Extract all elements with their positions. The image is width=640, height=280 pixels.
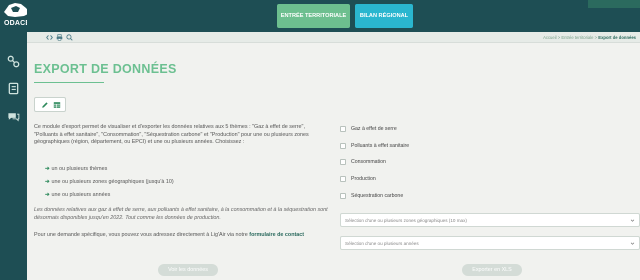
checkbox[interactable]	[340, 143, 346, 149]
theme-option-ghg[interactable]: Gaz à effet de serre	[340, 125, 397, 133]
theme-option-consumption[interactable]: Consommation	[340, 158, 386, 166]
regional-report-button[interactable]: BILAN RÉGIONAL	[355, 4, 413, 28]
toolbar: Accueil > Entrée territoriale > Export d…	[27, 32, 640, 43]
chat-icon[interactable]	[7, 110, 20, 123]
zones-select[interactable]: Sélection d'une ou plusieurs zones géogr…	[340, 213, 640, 227]
checkbox[interactable]	[340, 126, 346, 132]
settings-flow-icon[interactable]	[7, 55, 20, 68]
breadcrumb-territorial[interactable]: Entrée territoriale	[561, 35, 593, 40]
pencil-icon[interactable]	[41, 101, 49, 109]
chevron-down-icon	[630, 242, 635, 245]
arrow-right-icon: ➔	[45, 166, 50, 172]
arrow-right-icon: ➔	[45, 192, 50, 198]
checkbox[interactable]	[340, 159, 346, 165]
breadcrumb: Accueil > Entrée territoriale > Export d…	[543, 35, 636, 40]
checkbox[interactable]	[340, 176, 346, 182]
theme-option-sequestration[interactable]: Séquestration carbone	[340, 192, 403, 200]
breadcrumb-current: Export de données	[598, 34, 636, 40]
breadcrumb-separator: >	[557, 34, 561, 40]
title-underline	[34, 82, 104, 83]
view-data-button[interactable]: Voir les données	[158, 264, 218, 276]
breadcrumb-home[interactable]: Accueil	[543, 35, 557, 40]
export-xls-button[interactable]: Exporter en XLS	[462, 264, 522, 276]
top-bar: ENTRÉE TERRITORIALE BILAN RÉGIONAL	[27, 0, 640, 32]
theme-option-production[interactable]: Production	[340, 175, 376, 183]
sidebar	[0, 0, 27, 280]
data-availability-note: Les données relatives aux gaz à effet de…	[34, 207, 328, 221]
view-toggle-group	[34, 97, 66, 112]
zones-select-placeholder: Sélection d'une ou plusieurs zones géogr…	[345, 218, 467, 223]
checkbox[interactable]	[340, 193, 346, 199]
contact-form-link[interactable]: formulaire de contact	[249, 232, 304, 238]
contact-text: Pour une demande spécifique, vous pouvez…	[34, 232, 305, 238]
intro-text: Ce module d'export permet de visualiser …	[34, 124, 309, 146]
book-icon[interactable]	[7, 82, 20, 95]
chevron-down-icon	[630, 219, 635, 222]
table-icon[interactable]	[53, 101, 61, 109]
print-icon[interactable]	[56, 34, 63, 41]
years-select-placeholder: Sélection d'une ou plusieurs années	[345, 241, 419, 246]
bullet-years: ➔ une ou plusieurs années	[45, 192, 111, 198]
top-bar-right-strip	[588, 0, 640, 8]
bullet-zones: ➔ une ou plusieurs zones géographiques (j…	[45, 179, 174, 185]
theme-option-pollutants[interactable]: Polluants à effet sanitaire	[340, 142, 409, 150]
code-icon[interactable]	[46, 34, 53, 41]
arrow-right-icon: ➔	[45, 179, 50, 185]
bullet-themes: ➔ un ou plusieurs thèmes	[45, 166, 108, 172]
years-select[interactable]: Sélection d'une ou plusieurs années	[340, 236, 640, 250]
zoom-icon[interactable]	[66, 34, 73, 41]
page-title: EXPORT DE DONNÉES	[34, 62, 177, 76]
territorial-entry-button[interactable]: ENTRÉE TERRITORIALE	[277, 4, 350, 28]
breadcrumb-separator: >	[594, 34, 598, 40]
